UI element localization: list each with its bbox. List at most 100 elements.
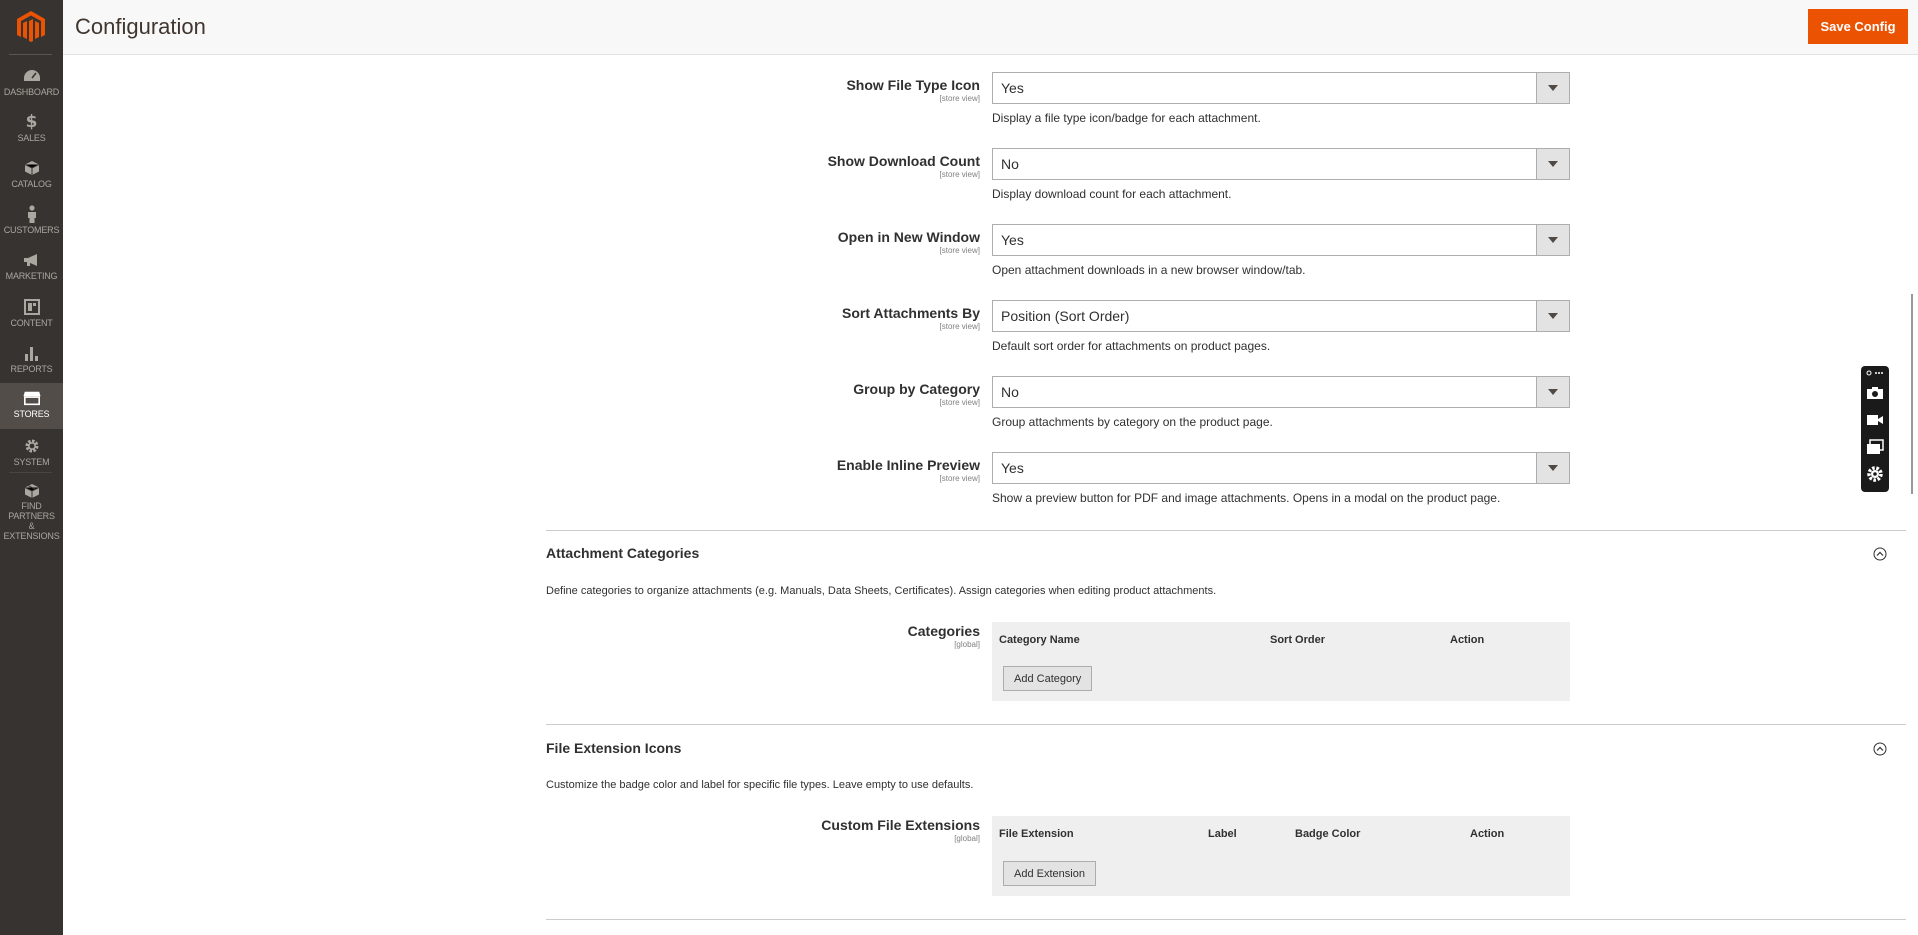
- select-value: No: [1001, 384, 1019, 400]
- nav-dashboard[interactable]: DASHBOARD: [0, 61, 63, 107]
- nav-marketing[interactable]: MARKETING: [0, 245, 63, 291]
- field-label-text: Categories: [907, 623, 980, 639]
- section-description: Define categories to organize attachment…: [546, 585, 1217, 597]
- storefront-icon: [22, 389, 41, 407]
- logo-divider: [9, 54, 52, 55]
- bar-chart-icon: [23, 344, 41, 362]
- megaphone-icon: [23, 251, 41, 269]
- windows-icon[interactable]: [1866, 438, 1884, 456]
- column-header: Action: [1470, 828, 1505, 840]
- show-file-type-icon-select[interactable]: Yes: [992, 72, 1570, 104]
- nav-label: CATALOG: [11, 179, 52, 189]
- column-header: File Extension: [999, 828, 1074, 840]
- page-header: Configuration Save Config: [63, 0, 1918, 55]
- person-icon: [23, 205, 41, 223]
- enable-inline-preview-select[interactable]: Yes: [992, 452, 1570, 484]
- nav-label: CUSTOMERS: [3, 225, 60, 235]
- column-header: Badge Color: [1295, 828, 1361, 840]
- column-header: Action: [1450, 634, 1485, 646]
- magento-logo-icon[interactable]: [13, 9, 49, 45]
- save-config-button[interactable]: Save Config: [1808, 9, 1908, 44]
- field-label: Enable Inline Preview [store view]: [680, 457, 980, 483]
- nav-label: CONTENT: [10, 318, 53, 328]
- chevron-down-icon: [1536, 377, 1569, 407]
- section-description: Customize the badge color and label for …: [546, 779, 974, 791]
- cube-icon: [23, 159, 41, 177]
- field-note: Show a preview button for PDF and image …: [992, 491, 1501, 505]
- nav-label: SYSTEM: [13, 457, 50, 467]
- sort-attachments-by-select[interactable]: Position (Sort Order): [992, 300, 1570, 332]
- field-label-text: Show Download Count: [827, 153, 980, 169]
- column-header: Sort Order: [1270, 634, 1326, 646]
- scope-label: [store view]: [939, 94, 980, 103]
- section-title-file-extension-icons[interactable]: File Extension Icons: [546, 740, 681, 756]
- scope-label: [store view]: [939, 246, 980, 255]
- field-note: Display a file type icon/badge for each …: [992, 111, 1261, 125]
- nav-system[interactable]: SYSTEM: [0, 431, 63, 477]
- admin-sidebar: DASHBOARD $ SALES CATALOG CUSTOMERS MARK…: [0, 0, 63, 935]
- select-value: Yes: [1001, 80, 1024, 96]
- nav-content[interactable]: CONTENT: [0, 292, 63, 338]
- column-header: Label: [1208, 828, 1237, 840]
- camera-icon[interactable]: [1866, 384, 1884, 402]
- scope-label: [store view]: [939, 474, 980, 483]
- add-category-button[interactable]: Add Category: [1003, 666, 1093, 691]
- chevron-down-icon: [1536, 225, 1569, 255]
- toolbar-menu-icon[interactable]: [1866, 368, 1884, 378]
- field-note: Open attachment downloads in a new brows…: [992, 263, 1306, 277]
- nav-find-partners[interactable]: FIND PARTNERS & EXTENSIONS: [0, 477, 63, 541]
- scope-label: [store view]: [939, 322, 980, 331]
- page-scrollbar[interactable]: [1911, 294, 1913, 494]
- field-label: Sort Attachments By [store view]: [680, 305, 980, 331]
- nav-catalog[interactable]: CATALOG: [0, 153, 63, 199]
- chevron-down-icon: [1536, 453, 1569, 483]
- scope-label: [global]: [954, 834, 980, 843]
- field-label: Show File Type Icon [store view]: [680, 77, 980, 103]
- section-title-attachment-categories[interactable]: Attachment Categories: [546, 545, 699, 561]
- nav-label: DASHBOARD: [3, 87, 60, 97]
- section-divider: [546, 919, 1906, 920]
- section-divider: [546, 530, 1906, 531]
- nav-label: REPORTS: [10, 364, 53, 374]
- page-title: Configuration: [75, 14, 206, 39]
- field-label: Show Download Count [store view]: [680, 153, 980, 179]
- open-in-new-window-select[interactable]: Yes: [992, 224, 1570, 256]
- gear-icon: [23, 437, 41, 455]
- field-label: Categories [global]: [680, 623, 980, 649]
- nav-customers[interactable]: CUSTOMERS: [0, 199, 63, 245]
- collapse-icon[interactable]: [1873, 742, 1887, 756]
- column-header: Category Name: [999, 634, 1080, 646]
- config-content: Show File Type Icon [store view] Yes Dis…: [63, 56, 1918, 935]
- nav-label: STORES: [13, 409, 50, 419]
- chevron-down-icon: [1536, 149, 1569, 179]
- add-extension-button[interactable]: Add Extension: [1003, 861, 1096, 886]
- video-camera-icon[interactable]: [1866, 411, 1884, 429]
- nav-label: SALES: [17, 133, 46, 143]
- dashboard-icon: [23, 67, 41, 85]
- chevron-down-icon: [1536, 301, 1569, 331]
- field-label-text: Custom File Extensions: [821, 817, 980, 833]
- select-value: Yes: [1001, 232, 1024, 248]
- nav-divider: [9, 472, 52, 473]
- nav-stores[interactable]: STORES: [0, 383, 63, 429]
- gear-icon[interactable]: [1866, 465, 1884, 483]
- chevron-down-icon: [1536, 73, 1569, 103]
- collapse-icon[interactable]: [1873, 547, 1887, 561]
- nav-reports[interactable]: REPORTS: [0, 338, 63, 384]
- section-divider: [546, 724, 1906, 725]
- nav-sales[interactable]: $ SALES: [0, 107, 63, 153]
- categories-grid: Category Name Sort Order Action Add Cate…: [992, 622, 1570, 701]
- field-label: Custom File Extensions [global]: [680, 817, 980, 843]
- select-value: No: [1001, 156, 1019, 172]
- field-label: Open in New Window [store view]: [680, 229, 980, 255]
- group-by-category-select[interactable]: No: [992, 376, 1570, 408]
- nav-label: MARKETING: [5, 271, 58, 281]
- show-download-count-select[interactable]: No: [992, 148, 1570, 180]
- layout-icon: [23, 298, 41, 316]
- field-note: Display download count for each attachme…: [992, 187, 1232, 201]
- field-label-text: Enable Inline Preview: [836, 457, 980, 473]
- field-note: Default sort order for attachments on pr…: [992, 339, 1271, 353]
- nav-label: FIND PARTNERS & EXTENSIONS: [3, 501, 60, 541]
- scope-label: [store view]: [939, 398, 980, 407]
- extensions-grid: File Extension Label Badge Color Action …: [992, 816, 1570, 896]
